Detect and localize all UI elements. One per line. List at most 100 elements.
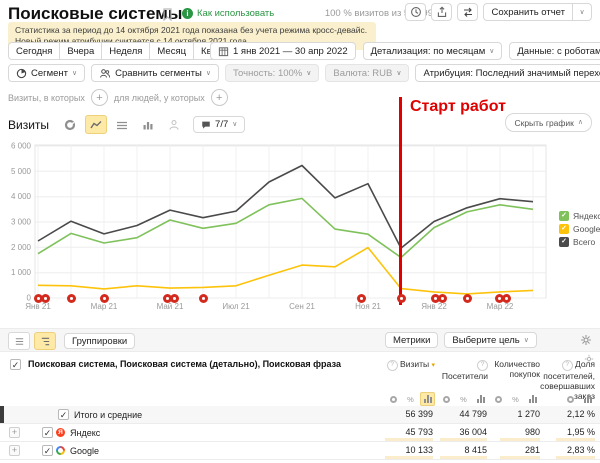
goal-select-button[interactable]: Выберите цель ∨ (444, 332, 536, 348)
save-report-button[interactable]: Сохранить отчет (483, 3, 573, 21)
cell-visits: 10 133 (405, 445, 433, 455)
chart-type-columns-button[interactable] (137, 115, 159, 134)
row-label[interactable]: Google (70, 446, 99, 456)
how-to-use-link[interactable]: i Как использовать (182, 8, 274, 19)
legend-item-yandex[interactable]: ✓ Яндекс (559, 211, 600, 221)
chart-type-stacked-button[interactable] (111, 115, 133, 134)
comment-marker-icon[interactable] (67, 294, 76, 303)
info-icon: i (182, 8, 193, 19)
donut-view-icon[interactable] (439, 392, 454, 406)
bars-view-icon[interactable] (580, 392, 595, 406)
percent-view-icon[interactable]: % (456, 392, 471, 406)
history-icon[interactable] (405, 3, 426, 21)
row-checkbox[interactable]: ✓ (58, 409, 69, 420)
percent-view-icon[interactable]: % (508, 392, 523, 406)
bars-view-icon[interactable] (525, 392, 540, 406)
value-bar (500, 438, 540, 441)
tree-view-toggle[interactable] (34, 332, 56, 350)
chevron-down-icon: ∨ (579, 9, 584, 16)
svg-text:2 000: 2 000 (11, 243, 32, 252)
hide-chart-button[interactable]: Скрыть график ∧ (505, 113, 592, 132)
comment-marker-icon[interactable] (397, 294, 406, 303)
flat-view-toggle[interactable] (8, 332, 30, 350)
groupings-button[interactable]: Группировки (64, 333, 135, 349)
bars-view-icon[interactable] (420, 392, 435, 406)
compare-arrows-icon[interactable] (457, 3, 478, 21)
comment-marker-icon[interactable] (357, 294, 366, 303)
calendar-icon (218, 46, 229, 57)
legend-item-google[interactable]: ✓ Google (559, 224, 600, 234)
legend-checkbox-total: ✓ (559, 237, 569, 247)
column-header-visitors[interactable]: ? Посетители (438, 359, 488, 381)
chart-legend: ✓ Яндекс ✓ Google ✓ Всего (559, 211, 600, 247)
percent-view-icon[interactable]: % (403, 392, 418, 406)
chart-type-donut-button[interactable] (59, 115, 81, 134)
gear-icon[interactable] (580, 334, 592, 346)
tab-today[interactable]: Сегодня (8, 42, 60, 60)
chevron-down-icon: ∨ (206, 70, 211, 77)
cell-share: 1,95 % (567, 427, 595, 437)
dimension-header[interactable]: Поисковая система, Поисковая система (де… (28, 359, 358, 369)
donut-view-icon[interactable] (386, 392, 401, 406)
svg-text:4 000: 4 000 (11, 192, 32, 201)
legend-item-total[interactable]: ✓ Всего (559, 237, 600, 247)
help-icon: ? (562, 360, 573, 371)
select-all-checkbox[interactable]: ✓ (10, 359, 21, 370)
metric-view-toggles-share (563, 392, 595, 406)
comment-marker-icon[interactable] (100, 294, 109, 303)
visits-line-chart[interactable]: 01 0002 0003 0004 0005 0006 000Янв 21Мар… (0, 140, 552, 315)
tab-yesterday[interactable]: Вчера (59, 42, 102, 60)
row-label: Итого и средние (74, 410, 142, 420)
comment-marker-icon[interactable] (463, 294, 472, 303)
value-bar (385, 438, 433, 441)
annotation-start-line (399, 97, 402, 305)
bars-view-icon[interactable] (473, 392, 488, 406)
bookmark-icon[interactable] (162, 8, 173, 21)
save-report-menu-button[interactable]: ∨ (572, 3, 592, 21)
row-label[interactable]: Яндекс (70, 428, 100, 438)
date-range-button[interactable]: 1 янв 2021 — 30 апр 2022 (210, 42, 356, 60)
chart-type-line-button[interactable] (85, 115, 107, 134)
svg-text:Мар 22: Мар 22 (487, 302, 514, 311)
comment-marker-icon[interactable] (41, 294, 50, 303)
column-header-visits[interactable]: ? Визиты ▾ (377, 359, 435, 371)
row-checkbox[interactable]: ✓ (42, 445, 53, 456)
expand-icon[interactable]: + (9, 427, 20, 438)
table-row-google[interactable]: + ✓ Google 10 133 8 415 281 2,83 % (0, 442, 600, 460)
expand-icon[interactable]: + (9, 445, 20, 456)
segment-button[interactable]: Сегмент ∨ (8, 64, 85, 82)
tab-week[interactable]: Неделя (101, 42, 150, 60)
page-title: Поисковые системы (8, 4, 182, 24)
legend-checkbox-google: ✓ (559, 224, 569, 234)
attribution-select[interactable]: Атрибуция: Последний значимый переход КД… (415, 64, 600, 82)
add-people-filter-button[interactable]: + (211, 89, 228, 106)
comment-marker-icon[interactable] (199, 294, 208, 303)
svg-text:6 000: 6 000 (11, 142, 32, 151)
svg-text:Янв 21: Янв 21 (25, 302, 51, 311)
accuracy-select[interactable]: Точность: 100% ∨ (225, 64, 319, 82)
donut-view-icon[interactable] (563, 392, 578, 406)
chevron-down-icon: ∨ (232, 121, 237, 128)
row-checkbox[interactable]: ✓ (42, 427, 53, 438)
tab-month[interactable]: Месяц (149, 42, 194, 60)
sort-desc-icon: ▾ (431, 362, 435, 369)
chart-type-audience-button[interactable] (163, 115, 185, 134)
export-icon[interactable] (431, 3, 452, 21)
chevron-down-icon: ∨ (396, 70, 401, 77)
value-bar (500, 456, 540, 459)
add-visit-filter-button[interactable]: + (91, 89, 108, 106)
table-row-total[interactable]: ✓ Итого и средние 56 399 44 799 1 270 2,… (0, 406, 600, 424)
cell-visits: 56 399 (405, 409, 433, 419)
metrica-report-page: Поисковые системы i Как использовать 100… (0, 0, 600, 463)
comments-button[interactable]: 7/7 ∨ (193, 116, 245, 133)
data-mode-select[interactable]: Данные: с роботами ∨ (509, 42, 600, 60)
detalization-select[interactable]: Детализация: по месяцам ∨ (363, 42, 503, 60)
donut-view-icon[interactable] (491, 392, 506, 406)
compare-segments-button[interactable]: Сравнить сегменты ∨ (91, 64, 219, 82)
value-bar (440, 456, 487, 459)
metric-view-toggles-visitors: % (439, 392, 488, 406)
chart-canvas: 01 0002 0003 0004 0005 0006 000Янв 21Мар… (0, 140, 552, 315)
metrics-button[interactable]: Метрики (385, 332, 438, 348)
table-row-yandex[interactable]: + ✓ Я Яндекс 45 793 36 004 980 1,95 % (0, 424, 600, 442)
currency-select[interactable]: Валюта: RUB ∨ (325, 64, 409, 82)
